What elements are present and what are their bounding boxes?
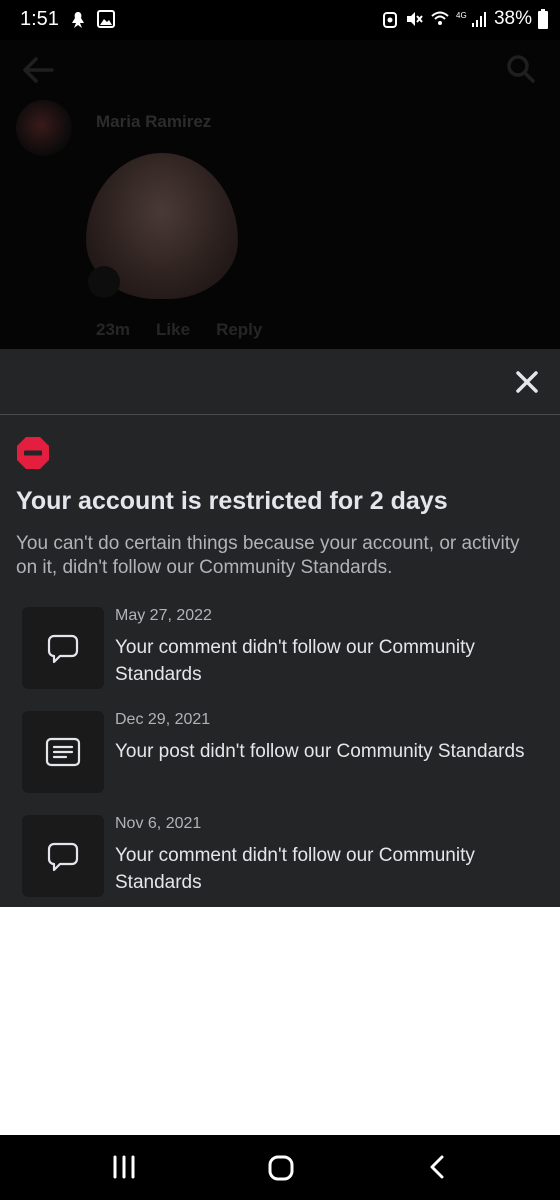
lte-signal-icon: 4G bbox=[456, 9, 488, 29]
list-item[interactable]: May 27, 2022 Your comment didn't follow … bbox=[22, 607, 542, 689]
wifi-icon bbox=[430, 9, 450, 29]
stop-icon bbox=[16, 436, 50, 475]
comment-icon bbox=[22, 815, 104, 897]
status-bar: 1:51 4G 38% bbox=[0, 0, 560, 40]
author-name[interactable]: Maria Ramirez bbox=[96, 112, 211, 132]
status-time: 1:51 bbox=[20, 8, 59, 30]
reply-button[interactable]: Reply bbox=[216, 320, 262, 340]
violation-text: Your comment didn't follow our Community… bbox=[115, 845, 475, 893]
sheet-description: You can't do certain things because your… bbox=[16, 533, 520, 578]
mute-icon bbox=[404, 9, 424, 29]
dimmed-background[interactable] bbox=[0, 40, 560, 349]
sheet-header bbox=[0, 349, 560, 415]
alarm-icon bbox=[382, 9, 398, 29]
violation-date: Dec 29, 2021 bbox=[115, 711, 211, 728]
back-icon[interactable] bbox=[424, 1153, 452, 1186]
empty-area bbox=[0, 907, 560, 1135]
avatar[interactable] bbox=[16, 100, 72, 156]
violation-date: Nov 6, 2021 bbox=[115, 815, 202, 832]
violation-date: May 27, 2022 bbox=[115, 607, 212, 624]
recent-apps-icon[interactable] bbox=[110, 1153, 138, 1186]
comment-time: 23m bbox=[96, 320, 131, 339]
back-arrow-icon[interactable] bbox=[20, 52, 56, 93]
battery-percent: 38% bbox=[493, 8, 532, 29]
sticker-badge-icon bbox=[88, 266, 120, 298]
comment-actions: 23m Like Reply bbox=[96, 320, 262, 340]
like-button[interactable]: Like bbox=[156, 320, 190, 340]
svg-text:4G: 4G bbox=[456, 11, 467, 20]
list-item[interactable]: Nov 6, 2021 Your comment didn't follow o… bbox=[22, 815, 542, 897]
battery-icon bbox=[538, 9, 548, 29]
search-icon[interactable] bbox=[506, 54, 536, 89]
close-button[interactable] bbox=[514, 369, 540, 395]
comment-icon bbox=[22, 607, 104, 689]
list-item[interactable]: Dec 29, 2021 Your post didn't follow our… bbox=[22, 711, 542, 793]
sheet-title: Your account is restricted for 2 days bbox=[16, 487, 448, 515]
notification-icon bbox=[68, 9, 88, 31]
post-icon bbox=[22, 711, 104, 793]
home-icon[interactable] bbox=[266, 1153, 296, 1188]
violation-text: Your post didn't follow our Community St… bbox=[115, 741, 525, 762]
system-nav-bar bbox=[0, 1135, 560, 1200]
close-icon bbox=[516, 371, 538, 393]
violation-text: Your comment didn't follow our Community… bbox=[115, 637, 475, 685]
image-icon bbox=[96, 9, 116, 31]
